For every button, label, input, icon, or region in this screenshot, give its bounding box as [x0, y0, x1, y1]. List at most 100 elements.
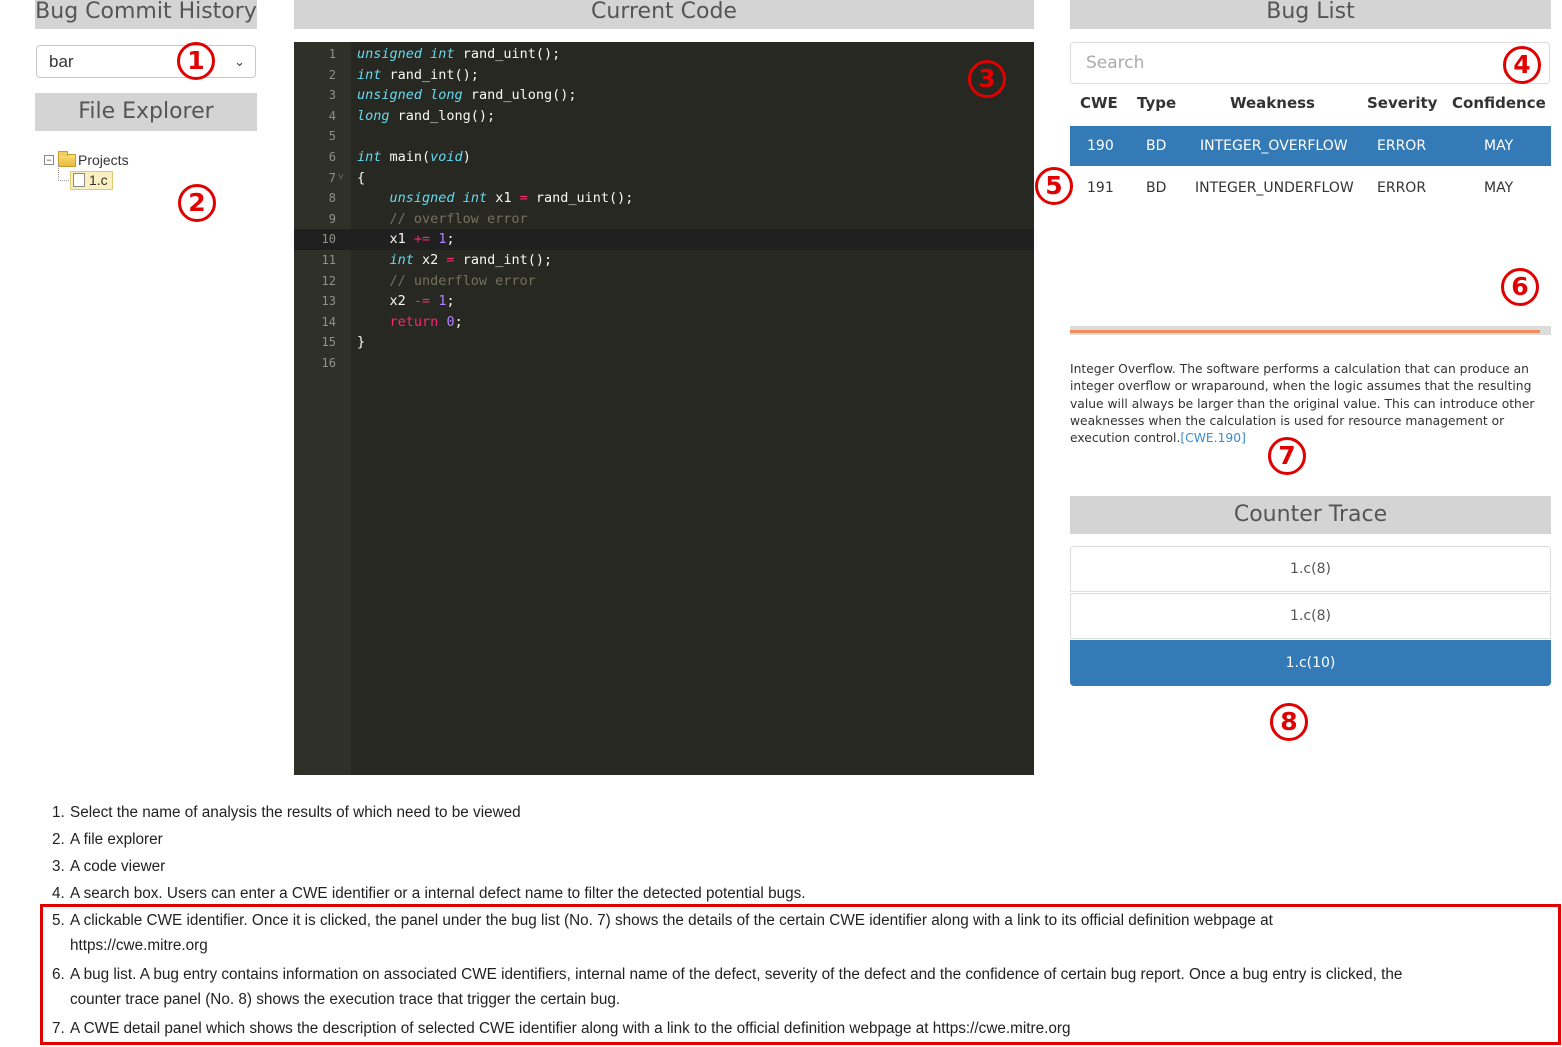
line-number: 16 — [321, 356, 336, 370]
tree-file-label: 1.c — [89, 172, 108, 188]
code-line[interactable]: 3 unsigned long rand_ulong(); — [294, 85, 1034, 106]
line-number: 8 — [328, 191, 336, 206]
highlight-box — [40, 904, 1561, 1045]
bug-row[interactable]: 191 BD INTEGER_UNDERFLOW ERROR MAY — [1070, 168, 1551, 208]
column-header-severity[interactable]: Severity — [1367, 94, 1437, 114]
commit-select-value: bar — [49, 52, 74, 71]
bug-severity: ERROR — [1377, 138, 1427, 154]
line-number: 7 — [328, 170, 336, 185]
line-number: 11 — [321, 253, 336, 267]
code-line[interactable]: 8 unsigned int x1 = rand_uint(); — [294, 188, 1034, 209]
selected-file[interactable]: 1.c — [70, 170, 113, 190]
bug-confidence: MAY — [1484, 138, 1514, 154]
bug-weakness: INTEGER_OVERFLOW — [1200, 138, 1348, 154]
code-text: { — [357, 169, 366, 186]
code-text: // overflow error — [389, 210, 528, 227]
code-text: // underflow error — [389, 272, 536, 289]
marker-3: 3 — [968, 60, 1006, 98]
cwe-detail-panel: Integer Overflow. The software performs … — [1070, 361, 1540, 447]
code-line[interactable]: 16 — [294, 353, 1034, 374]
cwe-detail-link[interactable]: [CWE.190] — [1180, 431, 1246, 445]
code-line[interactable]: 5 — [294, 126, 1034, 147]
code-text: x1 += 1; — [357, 231, 455, 248]
current-code-header: Current Code — [294, 0, 1034, 29]
code-text: unsigned int x1 = rand_uint(); — [389, 190, 634, 207]
line-number: 15 — [321, 335, 336, 350]
trace-item[interactable]: 1.c(8) — [1070, 546, 1551, 592]
trace-item-selected[interactable]: 1.c(10) — [1070, 640, 1551, 686]
code-text: int main(void) — [357, 149, 471, 165]
fold-icon[interactable]: ˅ — [338, 168, 344, 189]
code-line[interactable]: 12 // underflow error — [294, 271, 1034, 292]
marker-8: 8 — [1270, 703, 1308, 741]
column-header-confidence[interactable]: Confidence — [1452, 94, 1546, 114]
note-2: 2. A file explorer — [52, 831, 163, 848]
code-text: unsigned long rand_ulong(); — [357, 87, 577, 104]
code-line[interactable]: 1 unsigned int rand_uint(); — [294, 44, 1034, 65]
note-3: 3. A code viewer — [52, 858, 166, 875]
code-line[interactable]: 9 // overflow error — [294, 209, 1034, 230]
line-number: 13 — [321, 294, 336, 309]
bug-severity: ERROR — [1377, 180, 1427, 196]
bug-type: BD — [1146, 138, 1167, 154]
line-number: 3 — [328, 88, 336, 103]
cwe-detail-text: Integer Overflow. The software performs … — [1070, 362, 1535, 446]
code-text: } — [357, 334, 366, 351]
code-line[interactable]: 10 x1 += 1; — [294, 229, 1034, 250]
marker-6: 6 — [1501, 268, 1539, 306]
bug-row-selected[interactable]: 190 BD INTEGER_OVERFLOW ERROR MAY — [1070, 126, 1551, 166]
column-header-cwe[interactable]: CWE — [1080, 94, 1118, 114]
search-input[interactable]: Search — [1070, 42, 1550, 84]
line-number: 12 — [321, 273, 336, 288]
marker-7: 7 — [1268, 437, 1306, 475]
code-text: return 0; — [389, 313, 463, 330]
line-number: 2 — [328, 67, 336, 82]
code-line[interactable]: 7 ˅ { — [294, 168, 1034, 189]
line-number: 1 — [328, 47, 336, 61]
bug-type: BD — [1146, 180, 1167, 196]
tree-node-projects[interactable]: − Projects — [44, 150, 129, 170]
code-line[interactable]: 14 return 0; — [294, 312, 1034, 333]
tree-node-label: Projects — [78, 152, 129, 168]
line-number: 6 — [328, 150, 336, 164]
bug-list-header: Bug List — [1070, 0, 1551, 29]
line-number: 14 — [321, 314, 336, 329]
commit-select[interactable]: bar ⌄ — [36, 45, 256, 78]
code-line[interactable]: 6 int main(void) — [294, 147, 1034, 168]
marker-5: 5 — [1035, 167, 1073, 205]
code-viewer[interactable]: 1 unsigned int rand_uint(); 2 int rand_int(… — [294, 42, 1034, 775]
code-line[interactable]: 4 long rand_long(); — [294, 106, 1034, 127]
code-text: long rand_long(); — [357, 107, 496, 124]
line-number: 9 — [328, 211, 336, 226]
cwe-link[interactable]: 190 — [1087, 126, 1114, 166]
line-number: 5 — [328, 129, 336, 144]
line-number: 4 — [328, 108, 336, 123]
code-line[interactable]: 2 int rand_int(); — [294, 65, 1034, 86]
marker-4: 4 — [1503, 46, 1541, 84]
column-header-weakness[interactable]: Weakness — [1230, 94, 1315, 114]
panel-resize-divider[interactable] — [1070, 326, 1551, 335]
collapse-icon[interactable]: − — [44, 155, 54, 165]
file-explorer-header: File Explorer — [35, 93, 257, 131]
bug-confidence: MAY — [1484, 180, 1514, 196]
chevron-down-icon: ⌄ — [234, 54, 245, 69]
code-text: int x2 = rand_int(); — [389, 252, 553, 268]
tree-node-file[interactable]: 1.c — [58, 164, 129, 190]
cwe-link[interactable]: 191 — [1087, 168, 1114, 208]
code-line[interactable]: 15} — [294, 332, 1034, 353]
counter-trace-header: Counter Trace — [1070, 496, 1551, 534]
bug-weakness: INTEGER_UNDERFLOW — [1195, 180, 1354, 196]
file-tree: − Projects 1.c — [44, 150, 129, 190]
trace-item[interactable]: 1.c(8) — [1070, 593, 1551, 639]
note-1: 1. Select the name of analysis the result… — [52, 804, 521, 821]
code-text: unsigned int rand_uint(); — [357, 46, 561, 62]
column-header-type[interactable]: Type — [1137, 94, 1176, 114]
code-line[interactable]: 11 int x2 = rand_int(); — [294, 250, 1034, 271]
marker-1: 1 — [177, 42, 215, 80]
code-line[interactable]: 13 x2 -= 1; — [294, 291, 1034, 312]
line-number: 10 — [321, 232, 336, 247]
bug-commit-history-header: Bug Commit History — [35, 0, 257, 29]
code-text: x2 -= 1; — [357, 293, 455, 310]
file-icon — [73, 173, 85, 187]
marker-2: 2 — [178, 184, 216, 222]
